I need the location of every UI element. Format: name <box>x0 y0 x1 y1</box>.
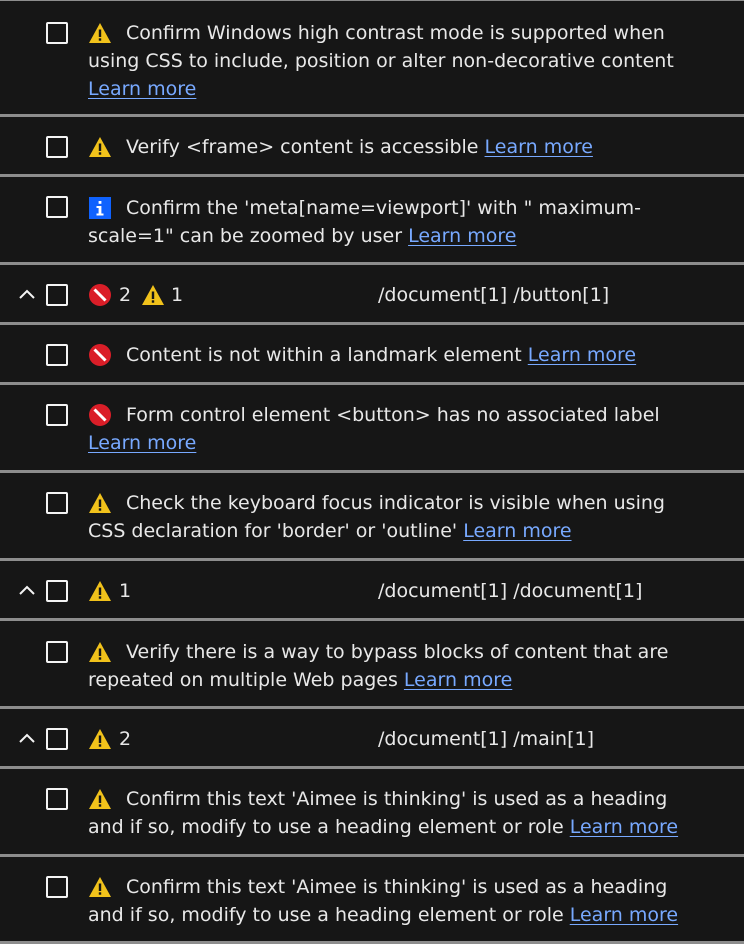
learn-more-link[interactable]: Learn more <box>88 78 196 100</box>
learn-more-link[interactable]: Learn more <box>463 520 571 542</box>
group-checkbox[interactable] <box>46 728 68 750</box>
issue-checkbox[interactable] <box>46 641 68 663</box>
violation-icon <box>88 283 112 307</box>
issue-message: Confirm the 'meta[name=viewport]' with "… <box>88 197 641 247</box>
issue-checkbox[interactable] <box>46 344 68 366</box>
warning-count: 1 <box>119 580 132 602</box>
divider <box>0 470 744 473</box>
divider <box>0 618 744 621</box>
warning-icon <box>88 727 112 751</box>
group-checkbox[interactable] <box>46 580 68 602</box>
chevron-up-icon[interactable] <box>16 580 38 602</box>
issue-message: Confirm this text 'Aimee is thinking' is… <box>88 876 679 926</box>
learn-more-link[interactable]: Learn more <box>528 344 636 366</box>
divider <box>0 174 744 177</box>
issue-message: Confirm Windows high contrast mode is su… <box>88 22 674 100</box>
issue-checkbox[interactable] <box>46 136 68 158</box>
issue-checkbox[interactable] <box>46 876 68 898</box>
warning-icon <box>88 579 112 603</box>
learn-more-link[interactable]: Learn more <box>570 816 678 838</box>
issue-checkbox[interactable] <box>46 404 68 426</box>
warning-icon <box>141 283 165 307</box>
issue-message: Verify there is a way to bypass blocks o… <box>88 641 669 691</box>
learn-more-link[interactable]: Learn more <box>485 136 593 158</box>
divider <box>0 262 744 265</box>
divider <box>0 706 744 709</box>
divider <box>0 558 744 561</box>
divider <box>0 382 744 385</box>
divider <box>0 114 744 117</box>
issue-message: Check the keyboard focus indicator is vi… <box>88 492 665 542</box>
chevron-up-icon[interactable] <box>16 284 38 306</box>
warning-count: 2 <box>119 728 132 750</box>
warning-count: 1 <box>171 284 184 306</box>
issue-checkbox[interactable] <box>46 196 68 218</box>
learn-more-link[interactable]: Learn more <box>88 432 196 454</box>
learn-more-link[interactable]: Learn more <box>408 225 516 247</box>
issue-checkbox[interactable] <box>46 788 68 810</box>
issue-message: Confirm this text 'Aimee is thinking' is… <box>88 788 679 838</box>
issue-checkbox[interactable] <box>46 22 68 44</box>
violation-count: 2 <box>119 284 132 306</box>
learn-more-link[interactable]: Learn more <box>404 669 512 691</box>
issue-message: Content is not within a landmark element… <box>126 344 637 366</box>
divider <box>0 766 744 769</box>
divider <box>0 322 744 325</box>
issue-message: Verify <frame> content is accessible Lea… <box>126 136 593 158</box>
group-checkbox[interactable] <box>46 284 68 306</box>
divider <box>0 0 744 1</box>
element-xpath: /document[1] /document[1] <box>378 580 643 602</box>
divider <box>0 854 744 857</box>
issue-message: Form control element <button> has no ass… <box>88 404 660 454</box>
element-xpath: /document[1] /button[1] <box>378 284 610 306</box>
issue-checkbox[interactable] <box>46 492 68 514</box>
element-xpath: /document[1] /main[1] <box>378 728 595 750</box>
learn-more-link[interactable]: Learn more <box>570 904 678 926</box>
chevron-up-icon[interactable] <box>16 728 38 750</box>
